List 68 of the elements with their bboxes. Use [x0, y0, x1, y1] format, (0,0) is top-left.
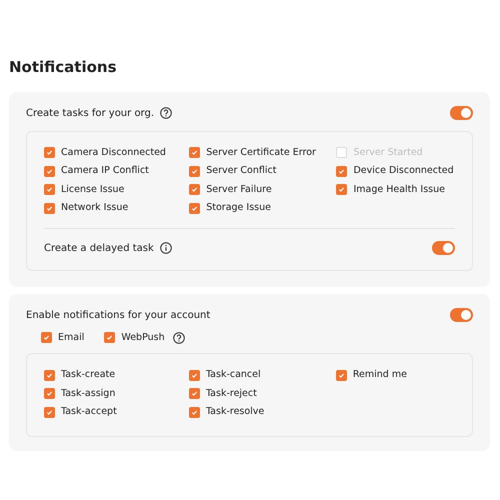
- checkbox-label: Camera IP Conflict: [61, 164, 149, 178]
- checkbox-label: Storage Issue: [206, 201, 271, 216]
- checkbox[interactable]: [188, 370, 200, 381]
- checkbox[interactable]: [189, 202, 200, 214]
- toggle-switch[interactable]: [450, 106, 473, 120]
- checkmark-icon: [43, 334, 50, 342]
- checkmark-icon: [46, 408, 53, 416]
- checkbox[interactable]: [188, 388, 200, 400]
- checkbox[interactable]: [104, 332, 116, 344]
- checkmark-icon: [46, 372, 53, 379]
- checkbox-label: Task-create: [61, 368, 116, 382]
- page-title: Notifications: [9, 57, 118, 78]
- checkbox[interactable]: [336, 166, 348, 177]
- checkmark-icon: [106, 334, 114, 342]
- checkbox[interactable]: [336, 370, 347, 381]
- checkmark-icon: [46, 186, 53, 194]
- checkbox[interactable]: [188, 406, 200, 418]
- checkbox-label: Camera Disconnected: [61, 146, 166, 160]
- checkbox[interactable]: [44, 184, 55, 196]
- checkbox-label: Device Disconnected: [353, 164, 454, 178]
- help-icon[interactable]: [160, 107, 172, 119]
- checkmark-icon: [190, 372, 198, 379]
- checkmark-icon: [46, 149, 53, 156]
- checkmark-icon: [190, 390, 198, 398]
- checkmark-icon: [338, 168, 346, 175]
- checkbox-label: Server Failure: [206, 182, 272, 197]
- checkmark-icon: [191, 168, 198, 175]
- checkbox-label: License Issue: [61, 182, 124, 197]
- checkbox-label: Task-resolve: [206, 405, 264, 420]
- checkmark-icon: [190, 408, 198, 416]
- checkbox[interactable]: [189, 147, 200, 158]
- checkbox-label: WebPush: [121, 330, 165, 345]
- info-icon[interactable]: [160, 242, 172, 254]
- checkbox[interactable]: [41, 332, 52, 344]
- checkbox-label: Remind me: [352, 368, 407, 382]
- checkbox-label: Server Certificate Error: [206, 146, 316, 160]
- checkbox-label: Task-assign: [61, 386, 116, 401]
- help-icon[interactable]: [172, 332, 185, 344]
- toggle-switch[interactable]: [450, 308, 473, 322]
- checkbox[interactable]: [44, 166, 55, 177]
- checkmark-icon: [191, 186, 198, 194]
- checkmark-icon: [46, 390, 53, 398]
- checkbox-label: Email: [58, 330, 84, 345]
- toggle-switch[interactable]: [432, 241, 455, 255]
- checkmark-icon: [46, 168, 53, 175]
- checkbox[interactable]: [189, 184, 200, 196]
- section-label: Enable notifications for your account: [26, 308, 210, 322]
- checkbox-label: Server Conflict: [206, 164, 276, 178]
- checkbox-label: Task-reject: [206, 386, 257, 401]
- checkmark-icon: [338, 372, 345, 379]
- checkbox[interactable]: [44, 370, 55, 381]
- checkbox-label: Network Issue: [61, 201, 128, 216]
- checkbox-label: Server Started: [353, 146, 423, 160]
- checkbox[interactable]: [189, 166, 200, 177]
- checkmark-icon: [191, 149, 198, 156]
- checkbox[interactable]: [44, 388, 55, 400]
- checkbox[interactable]: [44, 202, 55, 214]
- checkmark-icon: [46, 204, 53, 212]
- checkmark-icon: [191, 204, 198, 212]
- checkbox[interactable]: [336, 184, 348, 196]
- option-label: Create a delayed task: [44, 242, 154, 256]
- checkbox-label: Task-cancel: [206, 368, 261, 382]
- checkbox-label: Image Health Issue: [353, 182, 445, 197]
- checkbox[interactable]: [44, 406, 55, 418]
- checkbox-label: Task-accept: [61, 405, 117, 420]
- section-label: Create tasks for your org.: [26, 106, 154, 120]
- checkmark-icon: [338, 186, 346, 194]
- checkbox[interactable]: [44, 147, 55, 158]
